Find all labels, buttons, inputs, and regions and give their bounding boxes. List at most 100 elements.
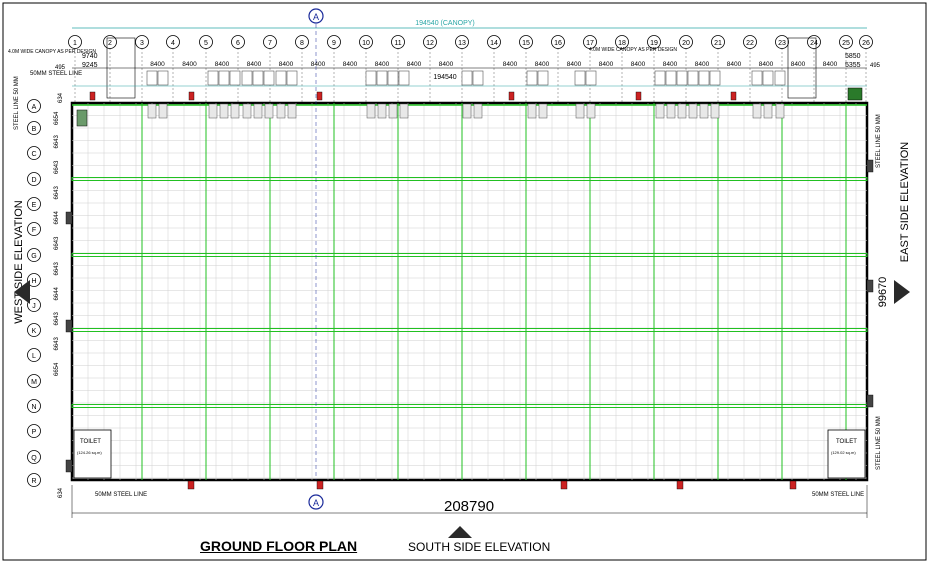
building-outline [70,101,869,482]
dock-leveler [461,70,473,86]
row-label-H: H [31,278,36,285]
row-label-K: K [32,328,37,335]
steel-line-bottom-right: 50MM STEEL LINE [812,492,864,498]
canopy-dim-text: 194540 (CANOPY) [415,20,475,27]
bay-dim: 8400 [695,61,710,68]
dock-leveler [762,70,774,86]
side-door [866,279,874,293]
dock-door [752,103,762,119]
bay-dim: 8400 [791,61,806,68]
bay-dim: 8400 [823,61,838,68]
bay-dim: 8400 [150,61,165,68]
bay-dim: 8400 [279,61,294,68]
row-label-B: B [32,126,37,133]
dock-door [710,103,720,119]
row-dim: 634 [58,487,64,498]
row-dim: 6643 [54,185,60,199]
row-label-F: F [32,227,36,234]
row-dim: 6643 [54,160,60,174]
bay-dim: 8400 [599,61,614,68]
bay-dim: 8400 [182,61,197,68]
column-label-5: 5 [204,40,208,47]
column-label-11: 11 [394,40,401,47]
dock-door [242,103,252,119]
column-label-12: 12 [426,40,434,47]
column-label-2: 2 [108,40,112,47]
dock-leveler [654,70,666,86]
column-label-23: 23 [778,40,786,47]
column-label-1: 1 [73,40,77,47]
dock-door [688,103,698,119]
column-label-10: 10 [362,40,370,47]
door-bottom [676,480,684,490]
row-label-C: C [31,151,36,158]
floor-plan-drawing: 1 2 3 4 5 6 7 8 9 10 11 12 13 14 15 16 17 18 19 20 21 22 23 24 2… [0,0,929,563]
equipment-block [76,109,88,127]
dock-leveler [698,70,710,86]
row-label-G: G [31,253,36,260]
dock-leveler [229,70,241,86]
dock-door [527,103,537,119]
dock-door [147,103,157,119]
row-dimensions: 634 6654 6643 6643 6643 6644 6643 6643 6644 6643 6… [54,92,64,498]
floor-plan-svg: 1 2 3 4 5 6 7 8 9 10 11 12 13 14 15 16 17 18 19 20 21 22 23 24 2… [2,2,927,561]
row-label-Q: Q [31,455,37,462]
dock-door [575,103,585,119]
toilet-left-label: TOILET [80,439,101,445]
column-label-13: 13 [458,40,466,47]
column-label-22: 22 [746,40,754,47]
side-door [866,159,874,173]
dock-leveler [526,70,538,86]
dock-door [253,103,263,119]
dock-door [699,103,709,119]
right-dim-3: 495 [870,63,881,69]
dock-door [219,103,229,119]
door-top [89,91,96,101]
dock-leveler [398,70,410,86]
column-label-14: 14 [490,40,498,47]
column-label-24: 24 [810,40,818,47]
side-door [65,211,73,225]
bay-dim: 8400 [759,61,774,68]
row-dim: 6644 [54,210,60,224]
dock-door [366,103,376,119]
bay-dim: 8400 [439,61,454,68]
column-label-21: 21 [714,40,722,47]
column-label-4: 4 [171,40,175,47]
dock-leveler [157,70,169,86]
door-top [188,91,195,101]
dock-leveler [665,70,677,86]
column-label-9: 9 [332,40,336,47]
bay-dim: 8400 [631,61,646,68]
east-elevation-arrow [894,280,910,304]
door-top [730,91,737,101]
toilet-right-area: (129.02 sq.m) [831,450,856,455]
column-label-15: 15 [522,40,530,47]
row-dim: 6644 [54,286,60,300]
canopy-note-left: 4.0M WIDE CANOPY AS PER DESIGN [8,49,96,55]
column-label-7: 7 [268,40,272,47]
dock-door [399,103,409,119]
south-elevation-arrow [448,526,472,538]
section-marker-bottom-label: A [313,498,319,508]
column-label-18: 18 [618,40,626,47]
equipment-green [847,87,863,101]
dock-leveler [252,70,264,86]
bay-dim: 8400 [343,61,358,68]
dock-door [655,103,665,119]
right-dim-1: 5850 [845,53,861,60]
dock-leveler [376,70,388,86]
canopy-note-right: 4.0M WIDE CANOPY AS PER DESIGN [589,47,677,53]
row-label-D: D [31,177,36,184]
bay-dim: 8400 [727,61,742,68]
overall-width-label: 208790 [444,498,495,515]
dock-leveler [387,70,399,86]
row-dim: 6643 [54,336,60,350]
section-marker-top-label: A [313,12,319,22]
dock-door [538,103,548,119]
column-label-19: 19 [650,40,658,47]
row-label-J: J [32,303,36,310]
dock-door [388,103,398,119]
door-top [635,91,642,101]
dock-leveler [537,70,549,86]
